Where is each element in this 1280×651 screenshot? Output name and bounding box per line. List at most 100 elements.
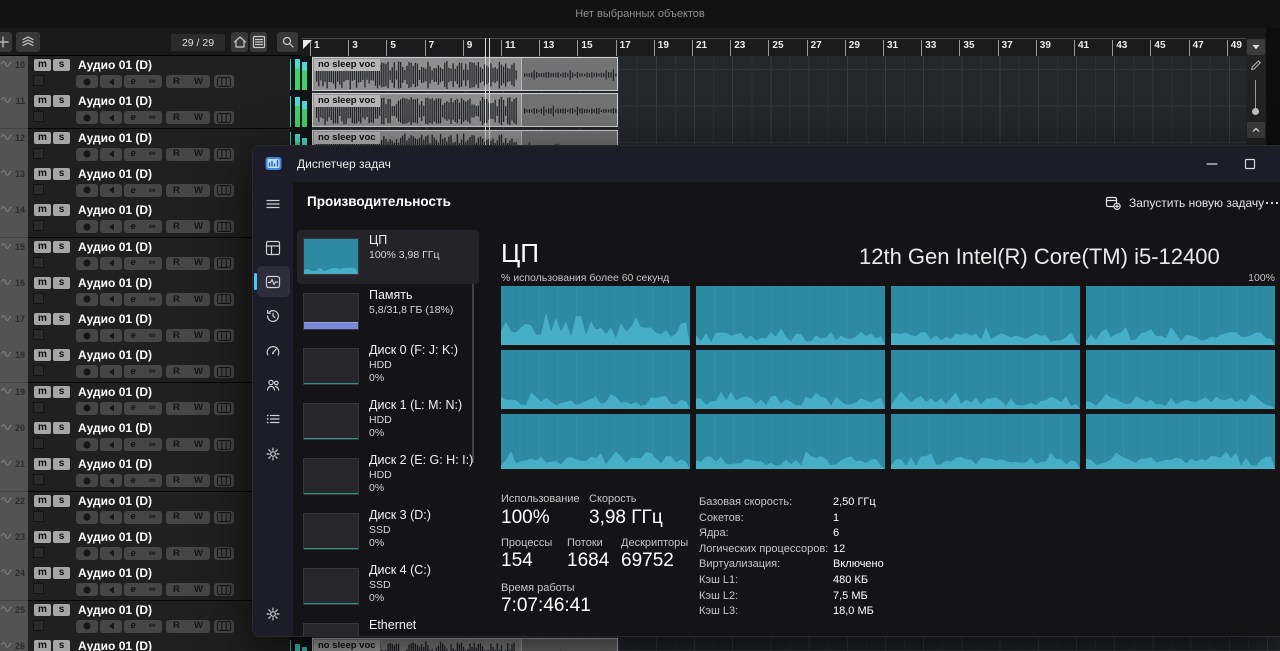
solo-button[interactable]: s [53,132,70,144]
mute-button[interactable]: m [34,168,51,180]
mute-button[interactable]: m [34,349,51,361]
solo-button[interactable]: s [53,59,70,71]
automation-write-button[interactable]: W [194,403,203,413]
monitor-button[interactable] [100,511,122,524]
track-header[interactable]: msАудио 01 (D)e∞RW [28,238,290,275]
record-arm-button[interactable] [76,547,98,560]
record-arm-button[interactable] [76,257,98,270]
track-header[interactable]: msАудио 01 (D)e∞RW [28,419,290,456]
track-header[interactable]: msАудио 01 (D)e∞RW [28,165,290,202]
lane-display-button[interactable] [214,184,234,197]
automation-write-button[interactable]: W [194,549,203,559]
record-arm-button[interactable] [76,184,98,197]
search-button[interactable] [277,32,298,52]
record-arm-button[interactable] [76,511,98,524]
track-header[interactable]: msАудио 01 (D)e∞RW [28,528,290,565]
record-arm-button[interactable] [76,220,98,233]
track-select-box[interactable] [33,438,44,449]
mute-button[interactable]: m [34,531,51,543]
mute-button[interactable]: m [34,495,51,507]
track-header[interactable]: msАудио 01 (D)e∞RW [28,92,290,129]
monitor-button[interactable] [100,220,122,233]
lane-display-button[interactable] [214,329,234,342]
mute-button[interactable]: m [34,59,51,71]
automation-write-button[interactable]: W [194,367,203,377]
edit-channel-button[interactable]: e [130,549,135,559]
track-select-box[interactable] [33,583,44,594]
lane-display-button[interactable] [214,111,234,124]
automation-write-button[interactable]: W [194,77,203,87]
mute-button[interactable]: m [34,95,51,107]
record-arm-button[interactable] [76,329,98,342]
playhead-cursor[interactable] [485,38,490,145]
track-select-box[interactable] [33,111,44,122]
track-select-box[interactable] [33,474,44,485]
channel-link-button[interactable]: ∞ [149,621,156,631]
record-arm-button[interactable] [76,293,98,306]
edit-channel-button[interactable]: e [130,512,135,522]
record-arm-button[interactable] [76,438,98,451]
edit-channel-button[interactable]: e [130,222,135,232]
solo-button[interactable]: s [53,386,70,398]
lane-display-button[interactable] [214,365,234,378]
automation-read-button[interactable]: R [173,149,180,159]
edit-channel-button[interactable]: e [130,149,135,159]
track-header[interactable]: msАудио 01 (D)e∞RW [28,383,290,420]
automation-write-button[interactable]: W [194,476,203,486]
channel-link-button[interactable]: ∞ [149,367,156,377]
perf-item-disk0[interactable]: Диск 0 (F: J: K:)HDD0% [297,340,479,394]
automation-read-button[interactable]: R [173,331,180,341]
monitor-button[interactable] [100,184,122,197]
record-arm-button[interactable] [76,365,98,378]
automation-write-button[interactable]: W [194,331,203,341]
home-button[interactable] [231,32,248,52]
mute-button[interactable]: m [34,386,51,398]
solo-button[interactable]: s [53,277,70,289]
record-arm-button[interactable] [76,583,98,596]
record-arm-button[interactable] [76,75,98,88]
track-select-box[interactable] [33,293,44,304]
solo-button[interactable]: s [53,495,70,507]
automation-read-button[interactable]: R [173,403,180,413]
automation-write-button[interactable]: W [194,295,203,305]
automation-read-button[interactable]: R [173,258,180,268]
settings-button[interactable] [264,605,282,623]
monitor-button[interactable] [100,365,122,378]
mute-button[interactable]: m [34,204,51,216]
audio-clip[interactable]: no sleep voc [312,93,618,127]
mute-button[interactable]: m [34,241,51,253]
ruler-options-button[interactable] [1247,39,1265,55]
track-list-button[interactable] [250,32,267,52]
channel-link-button[interactable]: ∞ [149,113,156,123]
track-header[interactable]: msАудио 01 (D)e∞RW [28,601,290,638]
sidebar-item-services[interactable] [264,445,282,463]
automation-write-button[interactable]: W [194,512,203,522]
zoom-slider-handle[interactable] [1252,108,1259,115]
monitor-button[interactable] [100,329,122,342]
solo-button[interactable]: s [53,567,70,579]
channel-link-button[interactable]: ∞ [149,186,156,196]
record-arm-button[interactable] [76,474,98,487]
lane-display-button[interactable] [214,148,234,161]
edit-channel-button[interactable]: e [130,367,135,377]
perf-item-ethernet[interactable]: Ethernet [297,615,479,637]
channel-link-button[interactable]: ∞ [149,585,156,595]
solo-button[interactable]: s [53,531,70,543]
lane-display-button[interactable] [214,620,234,633]
automation-write-button[interactable]: W [194,585,203,595]
automation-write-button[interactable]: W [194,186,203,196]
track-select-box[interactable] [33,220,44,231]
track-header[interactable]: msАудио 01 (D)e∞RW [28,455,290,492]
mute-button[interactable]: m [34,640,51,651]
channel-link-button[interactable]: ∞ [149,512,156,522]
automation-write-button[interactable]: W [194,113,203,123]
perf-item-disk1[interactable]: Диск 1 (L: M: N:)HDD0% [297,395,479,449]
scroll-up-button[interactable] [1247,122,1265,138]
channel-link-button[interactable]: ∞ [149,258,156,268]
mute-button[interactable]: m [34,277,51,289]
edit-channel-button[interactable]: e [130,258,135,268]
automation-write-button[interactable]: W [194,621,203,631]
automation-read-button[interactable]: R [173,186,180,196]
solo-button[interactable]: s [53,604,70,616]
record-arm-button[interactable] [76,111,98,124]
